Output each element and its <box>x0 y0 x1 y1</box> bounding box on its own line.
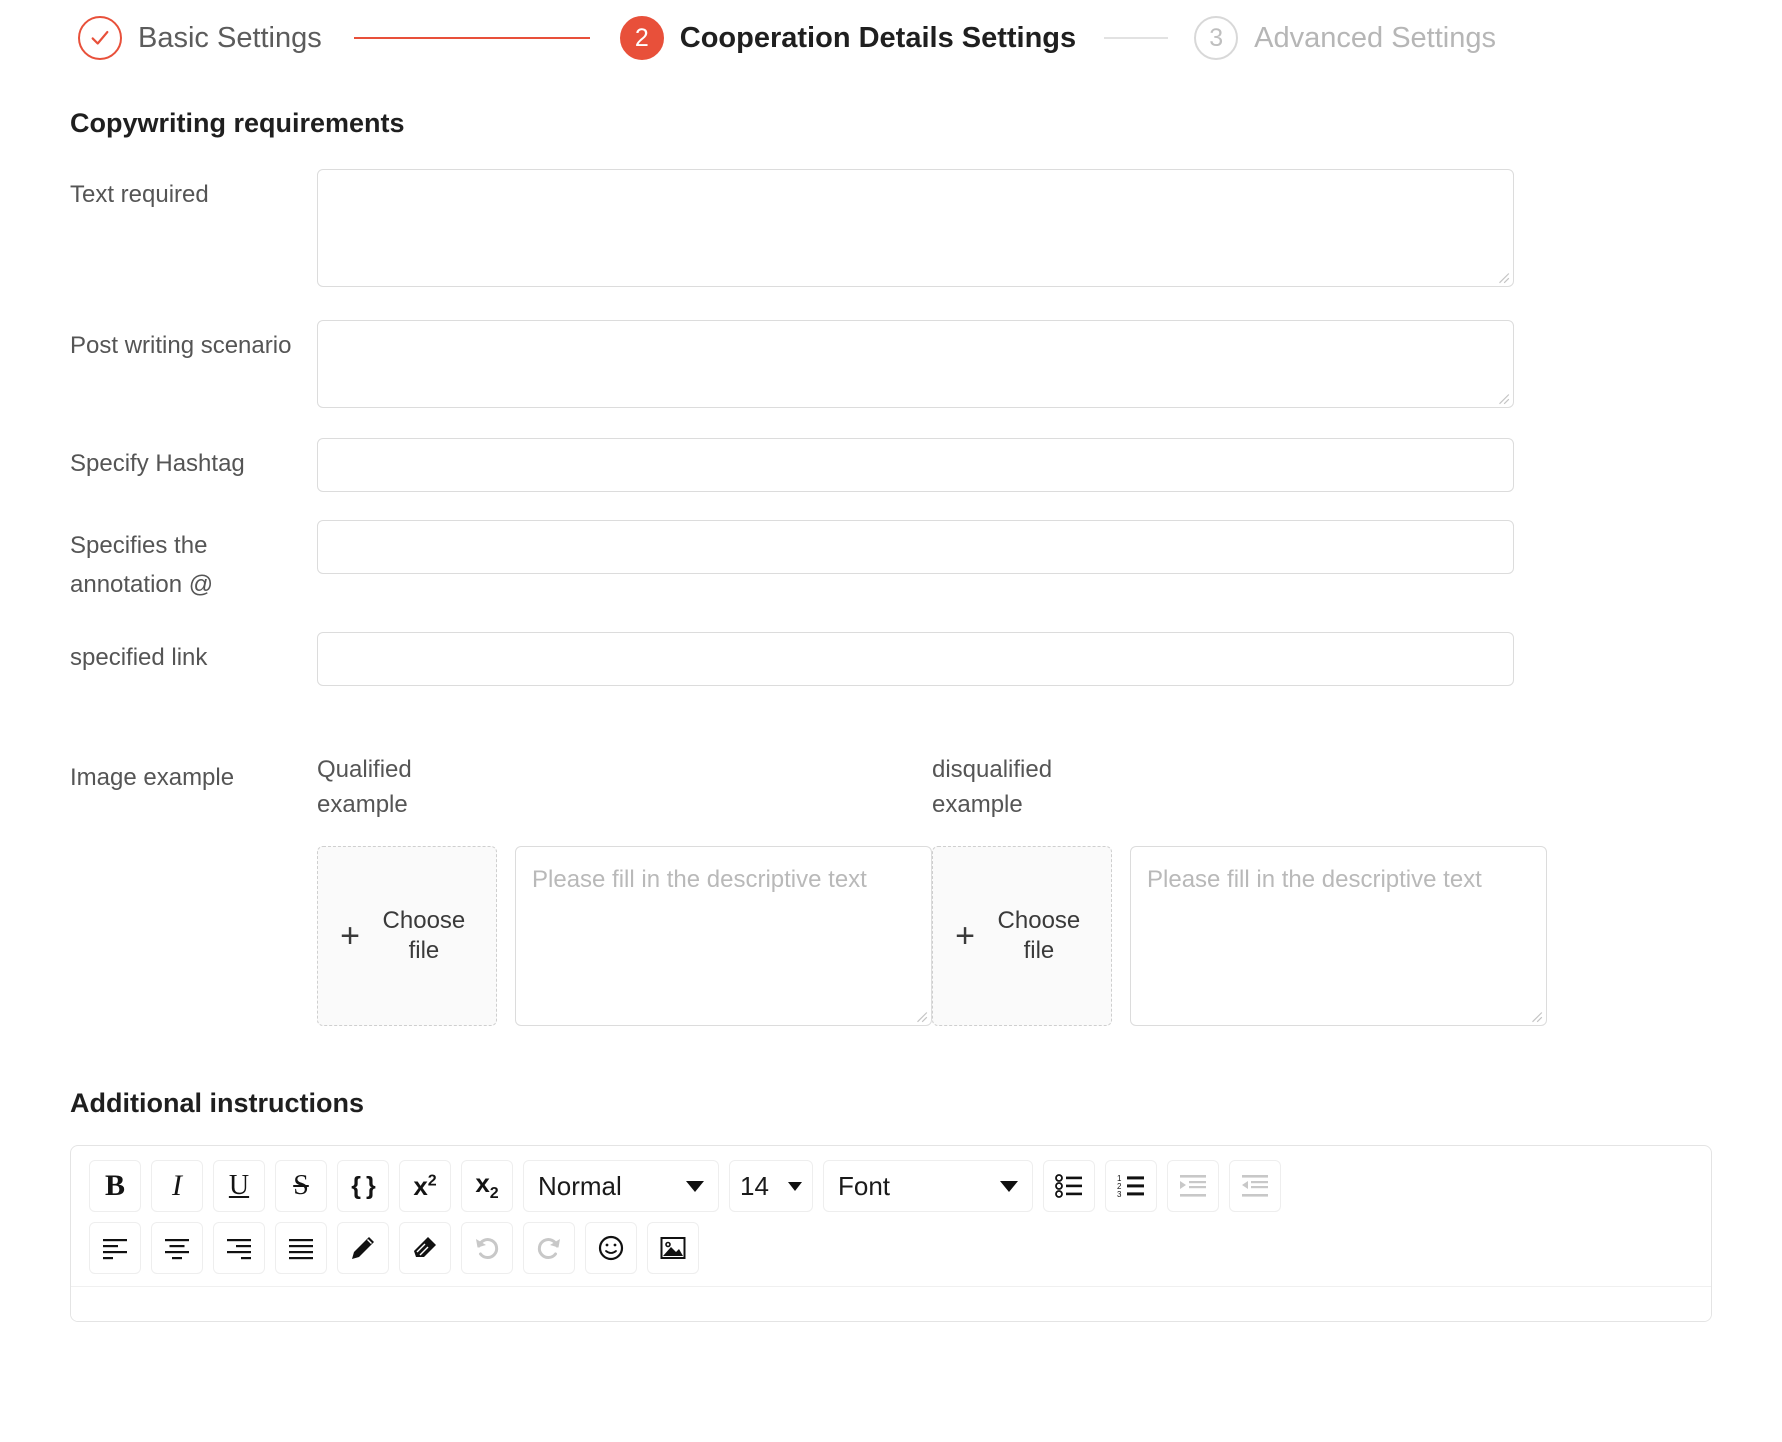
annotation-at-input[interactable] <box>317 520 1514 574</box>
wizard-stepper: Basic Settings 2 Cooperation Details Set… <box>0 0 1782 76</box>
rich-text-editor: B I U S { } x2 x2 Normal 14 Font 1 2 3 <box>70 1145 1712 1322</box>
post-writing-scenario-textarea[interactable] <box>317 320 1514 408</box>
emoji-icon[interactable] <box>585 1222 637 1274</box>
disqualified-description-textarea[interactable] <box>1130 846 1547 1026</box>
step-3-badge: 3 <box>1194 16 1239 60</box>
field-wrap-post-writing-scenario <box>317 320 1782 408</box>
italic-icon[interactable]: I <box>151 1160 203 1212</box>
qualified-choose-file-label: Choose file <box>382 907 466 964</box>
label-image-example: Image example <box>70 764 235 791</box>
qualified-choose-file-button[interactable]: + Choose file <box>317 846 497 1026</box>
qualified-example-group: Qualified example + Choose file <box>317 752 932 1026</box>
field-row-annotation-at: Specifies the annotation @ <box>0 520 1782 604</box>
label-text-required: Text required <box>70 181 209 208</box>
font-size-select[interactable]: 14 <box>729 1160 813 1212</box>
image-icon[interactable] <box>647 1222 699 1274</box>
step-1-label: Basic Settings <box>138 21 322 54</box>
bold-icon[interactable]: B <box>89 1160 141 1212</box>
indent-increase-icon[interactable] <box>1167 1160 1219 1212</box>
field-row-specify-hashtag: Specify Hashtag <box>0 438 1782 492</box>
disqualified-example-title: disqualified example <box>932 756 1053 818</box>
font-size-select-value: 14 <box>740 1170 769 1201</box>
undo-icon[interactable] <box>461 1222 513 1274</box>
strikethrough-icon[interactable]: S <box>275 1160 327 1212</box>
bullet-list-icon[interactable] <box>1043 1160 1095 1212</box>
superscript-icon[interactable]: x2 <box>399 1160 451 1212</box>
step-advanced-settings[interactable]: 3 Advanced Settings <box>1194 16 1496 60</box>
code-block-icon[interactable]: { } <box>337 1160 389 1212</box>
align-left-icon[interactable] <box>89 1222 141 1274</box>
field-row-specified-link: specified link <box>0 632 1782 686</box>
label-annotation-at: Specifies the annotation @ <box>70 532 214 598</box>
editor-toolbar-row-2 <box>89 1222 1693 1274</box>
step-connector-2 <box>1104 37 1169 39</box>
editor-toolbar-row-1: B I U S { } x2 x2 Normal 14 Font 1 2 3 <box>89 1160 1693 1212</box>
additional-instructions-title: Additional instructions <box>70 1088 364 1118</box>
chevron-down-icon <box>788 1181 802 1191</box>
chevron-down-icon <box>1000 1180 1018 1192</box>
image-example-group: Qualified example + Choose file Please f… <box>317 752 1782 1026</box>
field-wrap-text-required <box>317 169 1782 287</box>
redo-icon[interactable] <box>523 1222 575 1274</box>
label-specify-hashtag: Specify Hashtag <box>70 450 245 477</box>
editor-toolbar: B I U S { } x2 x2 Normal 14 Font 1 2 3 <box>71 1146 1711 1286</box>
step-basic-settings[interactable]: Basic Settings <box>78 16 322 60</box>
editor-content-area[interactable] <box>71 1286 1711 1321</box>
field-row-text-required: Text required <box>0 169 1782 287</box>
indent-decrease-icon[interactable] <box>1229 1160 1281 1212</box>
step-cooperation-details-settings[interactable]: 2 Cooperation Details Settings <box>619 16 1077 60</box>
text-required-textarea[interactable] <box>317 169 1514 287</box>
field-wrap-annotation-at <box>317 520 1782 574</box>
field-wrap-specified-link <box>317 632 1782 686</box>
disqualified-choose-file-button[interactable]: + Choose file <box>932 846 1112 1026</box>
eraser-icon[interactable] <box>399 1222 451 1274</box>
check-icon <box>91 30 109 45</box>
chevron-down-icon <box>686 1180 704 1192</box>
disqualified-choose-file-label: Choose file <box>997 907 1081 964</box>
step-2-badge: 2 <box>619 16 664 60</box>
copywriting-form: Text required Post writing scenario Spec… <box>0 169 1782 1026</box>
heading-select[interactable]: Normal <box>523 1160 719 1212</box>
step-1-badge <box>78 16 122 60</box>
numbered-list-icon[interactable]: 1 2 3 <box>1105 1160 1157 1212</box>
font-family-select[interactable]: Font <box>823 1160 1033 1212</box>
qualified-description-textarea[interactable] <box>515 846 932 1026</box>
field-row-post-writing-scenario: Post writing scenario <box>0 320 1782 408</box>
subscript-icon[interactable]: x2 <box>461 1160 513 1212</box>
disqualified-example-group: disqualified example + Choose file <box>932 752 1547 1026</box>
plus-icon: + <box>955 917 975 955</box>
font-family-select-value: Font <box>838 1170 891 1201</box>
underline-icon[interactable]: U <box>213 1160 265 1212</box>
qualified-example-title: Qualified example <box>317 756 412 818</box>
align-right-icon[interactable] <box>213 1222 265 1274</box>
field-wrap-specify-hashtag <box>317 438 1782 492</box>
step-3-label: Advanced Settings <box>1254 21 1496 54</box>
align-justify-icon[interactable] <box>275 1222 327 1274</box>
align-center-icon[interactable] <box>151 1222 203 1274</box>
heading-select-value: Normal <box>538 1170 622 1201</box>
step-connector-1 <box>353 37 590 39</box>
step-2-label: Cooperation Details Settings <box>679 21 1077 54</box>
svg-text:3: 3 <box>1117 1190 1122 1199</box>
field-row-image-example: Image example Qualified example + Choose… <box>0 752 1782 1026</box>
copywriting-requirements-title: Copywriting requirements <box>70 108 405 138</box>
plus-icon: + <box>340 917 360 955</box>
specified-link-input[interactable] <box>317 632 1514 686</box>
label-specified-link: specified link <box>70 644 208 671</box>
specify-hashtag-input[interactable] <box>317 438 1514 492</box>
pen-icon[interactable] <box>337 1222 389 1274</box>
label-post-writing-scenario: Post writing scenario <box>70 332 292 359</box>
